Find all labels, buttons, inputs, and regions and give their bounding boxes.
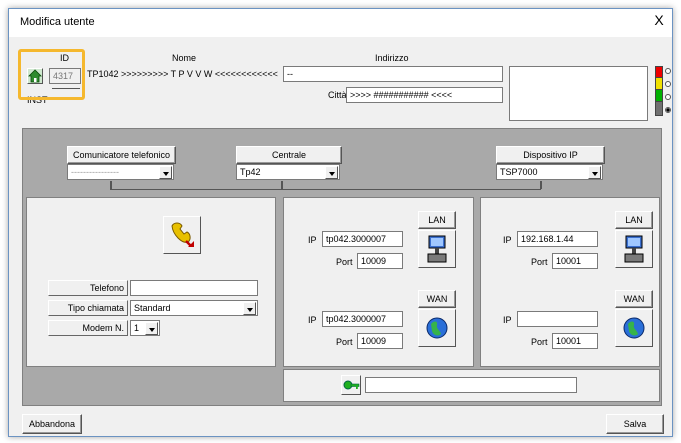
dispositivo-wan-ip-field[interactable]	[517, 311, 598, 327]
centrale-lan-ip-field[interactable]: tp042.3000007	[322, 231, 403, 247]
status-radio[interactable]	[665, 68, 671, 74]
status-gray-light	[655, 102, 663, 116]
citta-label: Città	[328, 90, 347, 100]
nome-value: TP1042 >>>>>>>>> T P V V W <<<<<<<<<<<<	[87, 69, 278, 79]
status-yellow-light	[655, 78, 663, 90]
centrale-lan-label: LAN	[418, 211, 456, 229]
nome-label: Nome	[172, 53, 197, 63]
dispositivo-wan-ip-label: IP	[503, 315, 512, 325]
centrale-lan-port-field[interactable]: 10009	[357, 253, 403, 269]
centrale-wan-port-label: Port	[336, 337, 353, 347]
status-radio[interactable]	[665, 107, 671, 113]
key-field[interactable]	[365, 377, 577, 393]
centrale-lan-ip-label: IP	[308, 235, 317, 245]
dispositivo-lan-ip-field[interactable]: 192.168.1.44	[517, 231, 598, 247]
dispositivo-wan-port-label: Port	[531, 337, 548, 347]
dispositivo-wan-port-field[interactable]: 10001	[552, 333, 598, 349]
close-button[interactable]: X	[650, 12, 668, 28]
connector-line	[540, 181, 542, 189]
tipo-chiamata-label: Tipo chiamata	[48, 300, 128, 316]
centrale-lan-port-label: Port	[336, 257, 353, 267]
telefono-field[interactable]	[130, 280, 258, 296]
centrale-value: Tp42	[240, 167, 261, 177]
tipo-chiamata-value: Standard	[134, 303, 171, 313]
window-title: Modifica utente	[20, 16, 95, 28]
connector-line	[110, 181, 112, 189]
status-red-light	[655, 66, 663, 78]
salva-button[interactable]: Salva	[606, 414, 664, 434]
status-green-light	[655, 90, 663, 102]
comunicatore-select[interactable]: ----------------	[67, 164, 174, 180]
comunicatore-label: Comunicatore telefonico	[67, 146, 176, 164]
centrale-lan-button[interactable]	[418, 230, 456, 268]
chevron-down-icon[interactable]	[588, 166, 601, 179]
status-radio[interactable]	[665, 81, 671, 87]
dispositivo-label: Dispositivo IP	[496, 146, 605, 164]
key-button[interactable]	[341, 375, 361, 395]
comunicatore-value: ----------------	[71, 167, 119, 177]
modem-value: 1	[134, 323, 140, 333]
tipo-chiamata-select[interactable]: Standard	[130, 300, 258, 316]
status-radios	[665, 68, 671, 113]
centrale-wan-button[interactable]	[418, 309, 456, 347]
dispositivo-lan-port-label: Port	[531, 257, 548, 267]
indirizzo-label: Indirizzo	[375, 53, 409, 63]
centrale-wan-ip-field[interactable]: tp042.3000007	[322, 311, 403, 327]
indirizzo-field[interactable]: --	[283, 66, 503, 82]
chevron-down-icon[interactable]	[145, 322, 158, 335]
dispositivo-value: TSP7000	[500, 167, 538, 177]
centrale-wan-label: WAN	[418, 290, 456, 308]
centrale-label: Centrale	[236, 146, 342, 164]
connector-line	[110, 189, 541, 190]
status-radio[interactable]	[665, 94, 671, 100]
connector-line	[281, 181, 283, 189]
centrale-wan-ip-label: IP	[308, 315, 317, 325]
network-icon	[427, 235, 447, 263]
telephone-icon	[164, 217, 200, 253]
dispositivo-lan-label: LAN	[615, 211, 653, 229]
chevron-down-icon[interactable]	[243, 302, 256, 315]
dispositivo-lan-ip-label: IP	[503, 235, 512, 245]
key-icon	[343, 380, 360, 390]
dispositivo-lan-button[interactable]	[615, 230, 653, 268]
network-icon	[624, 235, 644, 263]
globe-icon	[426, 317, 448, 339]
modem-select[interactable]: 1	[130, 320, 160, 336]
chevron-down-icon[interactable]	[325, 166, 338, 179]
citta-field[interactable]: >>>> ########### <<<<	[346, 87, 503, 103]
abbandona-button[interactable]: Abbandona	[22, 414, 82, 434]
dispositivo-lan-port-field[interactable]: 10001	[552, 253, 598, 269]
dispositivo-select[interactable]: TSP7000	[496, 164, 603, 180]
telefono-label: Telefono	[48, 280, 128, 296]
dispositivo-wan-button[interactable]	[615, 309, 653, 347]
chevron-down-icon[interactable]	[159, 166, 172, 179]
id-highlight-box	[18, 49, 85, 100]
dispositivo-wan-label: WAN	[615, 290, 653, 308]
title-bar	[9, 9, 672, 37]
centrale-wan-port-field[interactable]: 10009	[357, 333, 403, 349]
notes-box[interactable]	[509, 66, 648, 121]
phone-button[interactable]	[163, 216, 201, 254]
centrale-select[interactable]: Tp42	[236, 164, 340, 180]
status-lights	[655, 66, 663, 120]
globe-icon	[623, 317, 645, 339]
modem-label: Modem N.	[48, 320, 128, 336]
